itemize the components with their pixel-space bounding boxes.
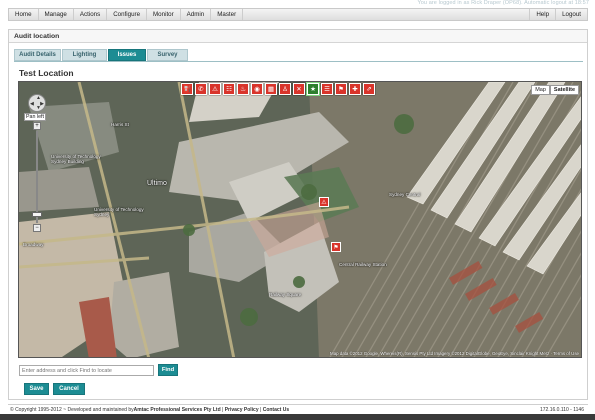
nav-item-configure[interactable]: Configure bbox=[107, 9, 148, 20]
footer: © Copyright 1995-2012 ~ Developed and ma… bbox=[8, 404, 588, 414]
issue-marker[interactable]: ⚑ bbox=[331, 242, 341, 252]
tab-survey[interactable]: Survey bbox=[147, 49, 188, 61]
tab-audit-details[interactable]: Audit Details bbox=[14, 49, 61, 61]
nav-item-monitor[interactable]: Monitor bbox=[147, 9, 181, 20]
map-label-ultimo: Ultimo bbox=[147, 180, 167, 187]
location-title: Test Location bbox=[19, 68, 74, 78]
warning-icon[interactable]: ⚠ bbox=[209, 83, 221, 95]
exit-icon[interactable]: ⇗ bbox=[363, 83, 375, 95]
tab-bar: Audit Details Lighting Issues Survey bbox=[14, 49, 188, 61]
star-icon[interactable]: ★ bbox=[306, 82, 320, 96]
pan-left-icon[interactable]: ◀ bbox=[30, 101, 34, 107]
nav-item-home[interactable]: Home bbox=[9, 9, 39, 20]
ladder-icon[interactable]: ☷ bbox=[223, 83, 235, 95]
map-credit: Map data ©2012 Google, Whereis(R), Sensi… bbox=[330, 351, 579, 356]
pan-control[interactable]: ▲ ◀ ▶ ▼ bbox=[28, 94, 46, 112]
nav-item-manage[interactable]: Manage bbox=[39, 9, 74, 20]
nav-item-logout[interactable]: Logout bbox=[555, 9, 587, 20]
zoom-out-button[interactable]: − bbox=[33, 224, 41, 232]
map-type-map-button[interactable]: Map bbox=[531, 85, 550, 95]
pan-tooltip: Pan left bbox=[24, 113, 46, 121]
panel-title: Audit location bbox=[9, 30, 587, 43]
nav-item-master[interactable]: Master bbox=[211, 9, 244, 20]
satellite-map[interactable]: ⛽ ✆ ⚠ ☷ ♨ ◉ ▦ ♙ ✕ ★ ☰ ⚑ ✚ ⇗ Map Satellit… bbox=[18, 81, 582, 358]
map-label-broadway: Broadway bbox=[23, 242, 44, 247]
map-label-harris-st: Harris St bbox=[111, 122, 129, 127]
hose-icon[interactable]: ♨ bbox=[237, 83, 249, 95]
login-info: You are logged in as Rick Draper (OP68).… bbox=[417, 0, 589, 6]
flag-icon[interactable]: ⚑ bbox=[335, 83, 347, 95]
alarm-icon[interactable]: ✆ bbox=[195, 83, 207, 95]
blanket-icon[interactable]: ▦ bbox=[265, 83, 277, 95]
footer-company-link[interactable]: Amtac Professional Services Pty Ltd bbox=[134, 407, 221, 413]
nav-item-help[interactable]: Help bbox=[529, 9, 555, 20]
nav-item-admin[interactable]: Admin bbox=[181, 9, 212, 20]
hydrant-icon[interactable]: ♙ bbox=[279, 83, 291, 95]
find-button[interactable]: Find bbox=[158, 364, 178, 376]
map-type-satellite-button[interactable]: Satellite bbox=[549, 85, 579, 95]
map-label-uts: University of Technology Sydney bbox=[94, 207, 144, 218]
smoke-detector-icon[interactable]: ◉ bbox=[251, 83, 263, 95]
bottom-bar bbox=[0, 414, 595, 420]
map-label-railway-square: Railway Square bbox=[269, 292, 302, 297]
pan-down-icon[interactable]: ▼ bbox=[36, 105, 41, 111]
map-label-uts-building: University of Technology Sydney Building bbox=[51, 154, 101, 165]
server-info: 172.16.0.110 - 1146 bbox=[539, 406, 584, 413]
zoom-slider-thumb[interactable] bbox=[32, 212, 42, 217]
save-button[interactable]: Save bbox=[24, 383, 49, 395]
contact-us-link[interactable]: Contact Us bbox=[263, 407, 289, 413]
audit-location-panel: Audit location Audit Details Lighting Is… bbox=[8, 29, 588, 400]
nav-item-actions[interactable]: Actions bbox=[74, 9, 108, 20]
tab-underline bbox=[14, 61, 583, 62]
issue-icon-toolbar: ⛽ ✆ ⚠ ☷ ♨ ◉ ▦ ♙ ✕ ★ ☰ ⚑ ✚ ⇗ bbox=[181, 82, 375, 96]
stair-icon[interactable]: ☰ bbox=[321, 83, 333, 95]
address-search-input[interactable] bbox=[19, 365, 154, 376]
footer-copyright: © Copyright 1995-2012 ~ Developed and ma… bbox=[10, 406, 134, 413]
map-imagery bbox=[19, 82, 581, 357]
tools-icon[interactable]: ✕ bbox=[293, 83, 305, 95]
map-label-central-station: Central Railway Station bbox=[339, 262, 387, 267]
cancel-button[interactable]: Cancel bbox=[53, 383, 85, 395]
fire-extinguisher-icon[interactable]: ⛽ bbox=[181, 83, 193, 95]
sprinkler-icon[interactable]: ✚ bbox=[349, 83, 361, 95]
privacy-policy-link[interactable]: Privacy Policy bbox=[225, 407, 259, 413]
tab-lighting[interactable]: Lighting bbox=[62, 49, 107, 61]
map-label-sydney-central: Sydney Central bbox=[389, 192, 421, 197]
zoom-slider-track[interactable] bbox=[36, 131, 38, 223]
map-type-control: Map Satellite bbox=[531, 85, 579, 95]
issue-marker[interactable]: ⚠ bbox=[319, 197, 329, 207]
zoom-in-button[interactable]: + bbox=[33, 122, 41, 130]
main-nav: Home Manage Actions Configure Monitor Ad… bbox=[8, 8, 588, 21]
tab-issues[interactable]: Issues bbox=[108, 49, 146, 61]
